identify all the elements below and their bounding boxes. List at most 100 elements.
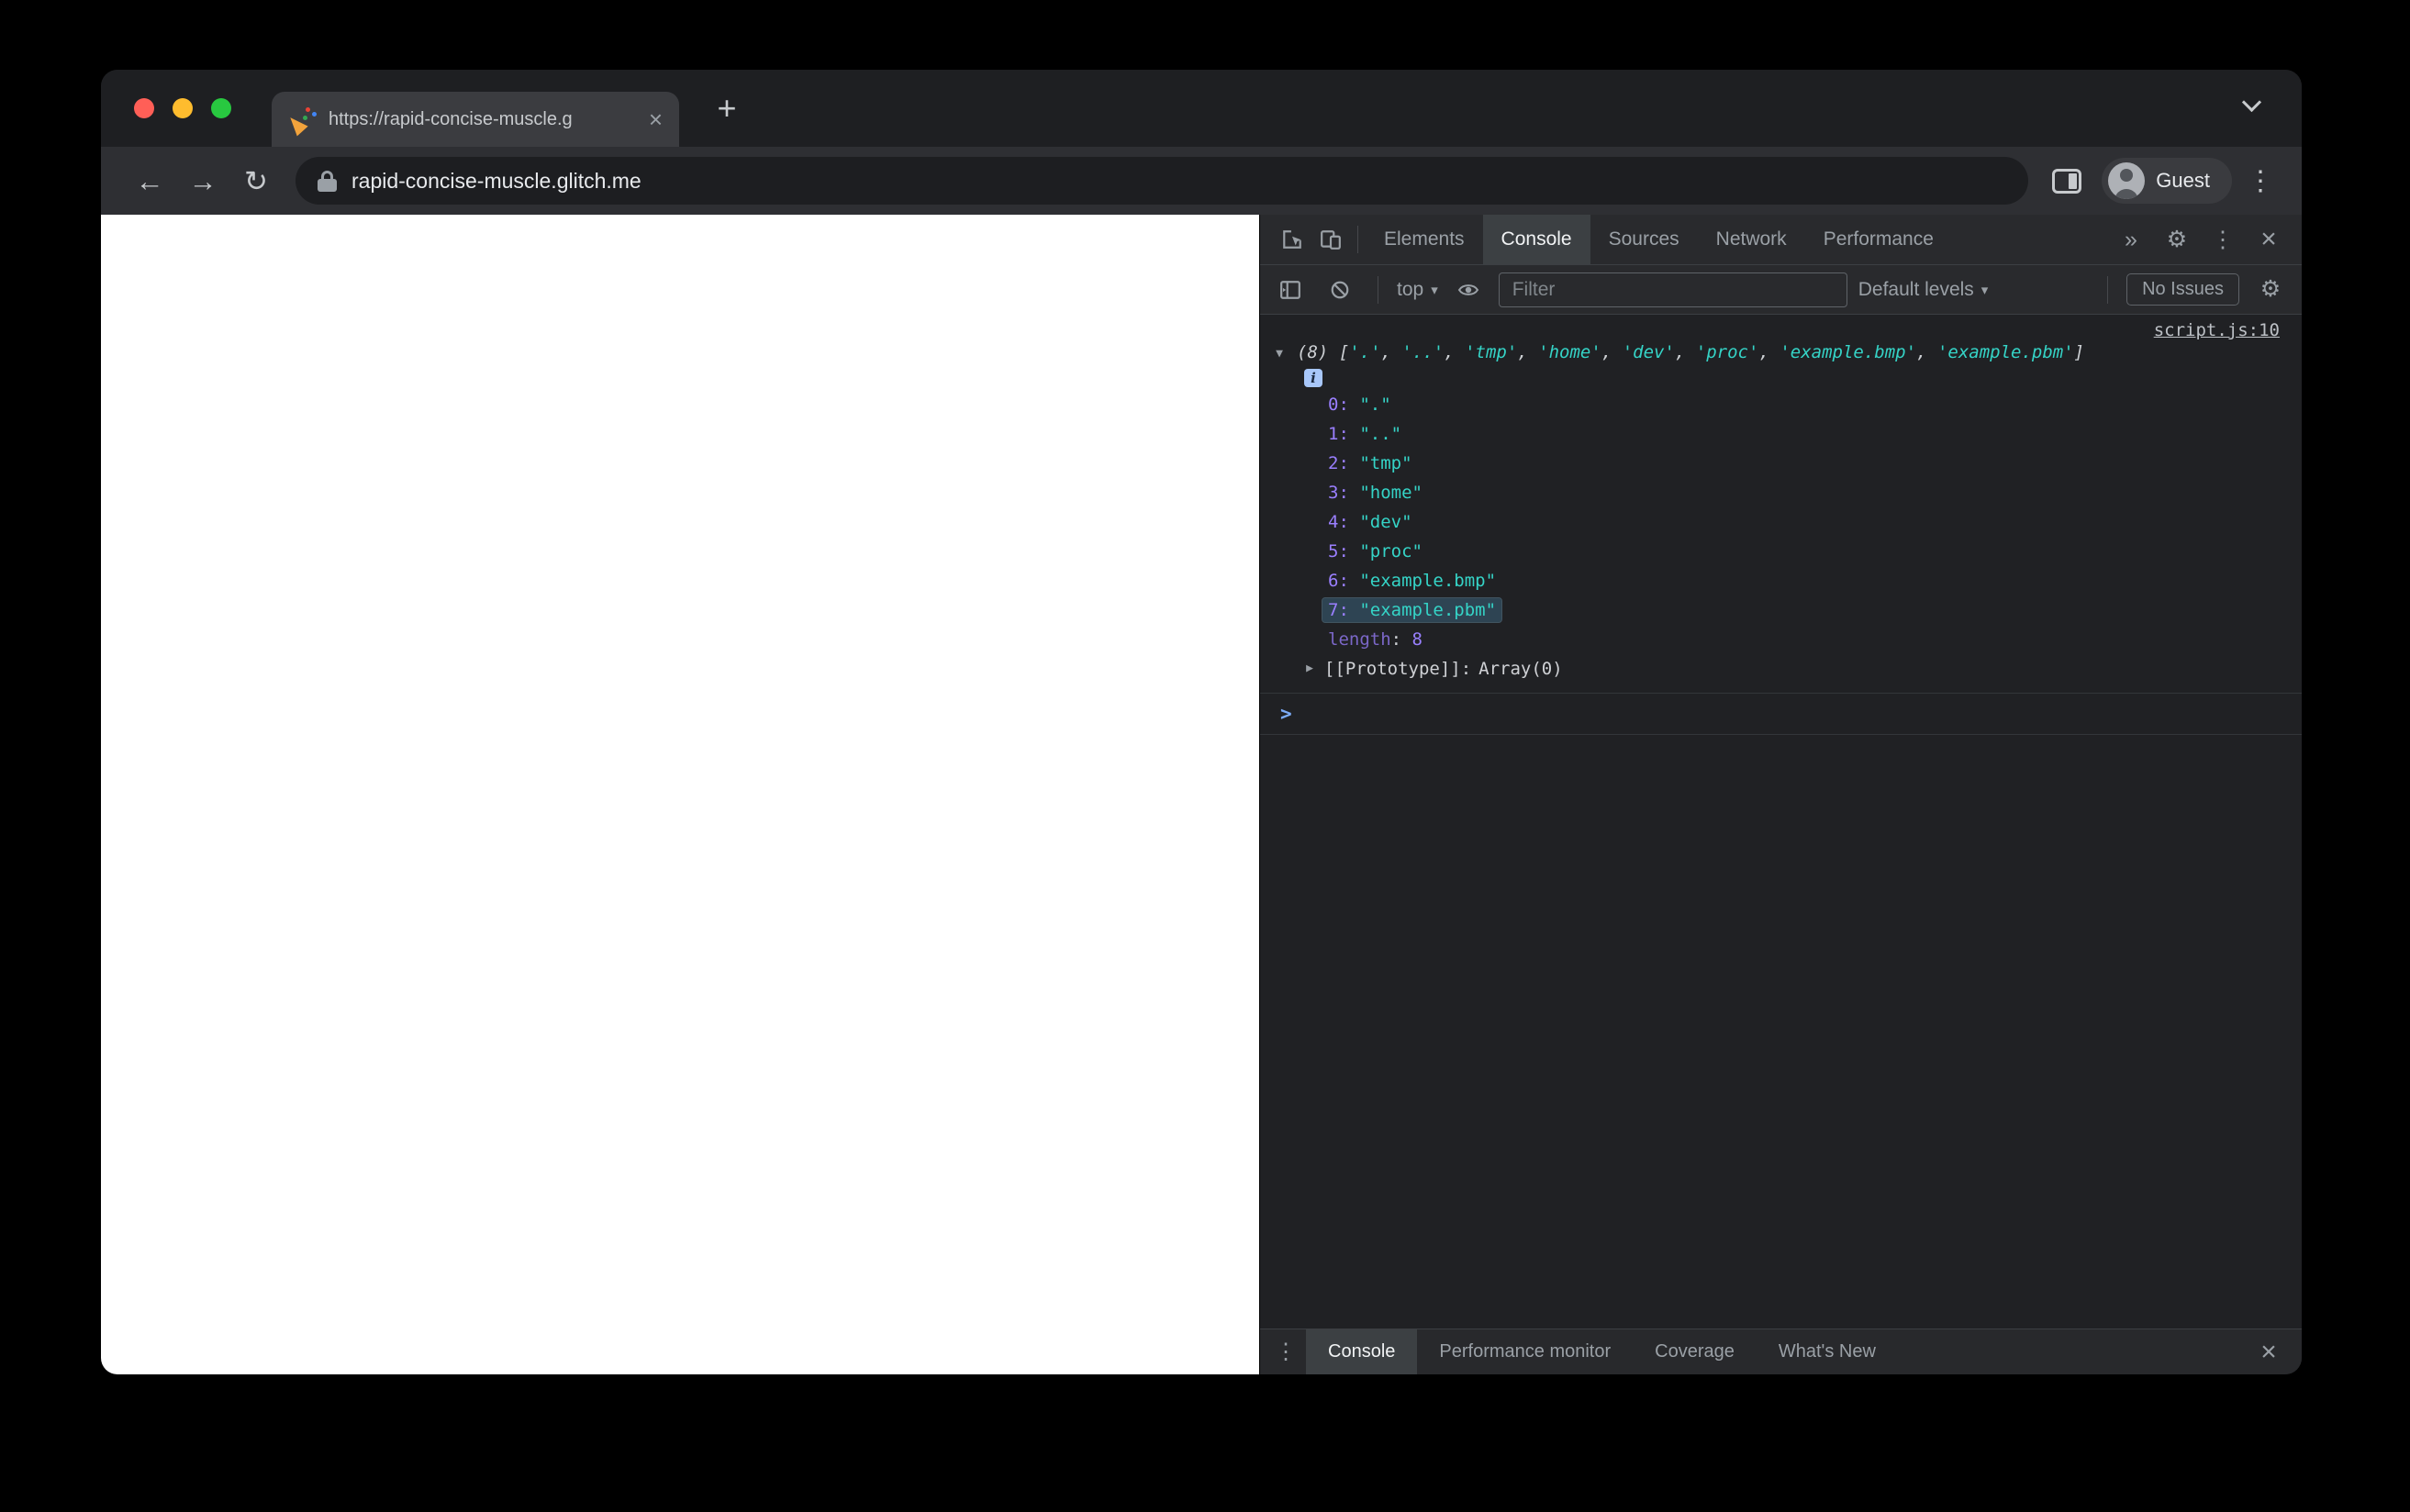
tab-close-icon[interactable]: × [649,107,663,131]
console-prompt-icon: > [1280,703,1292,725]
separator [2107,275,2109,304]
array-item-row: 3: "home" [1271,478,2280,507]
reload-button[interactable]: ↻ [229,167,283,195]
preview-comma: , [1517,342,1539,362]
devtools-close-icon[interactable]: × [2248,226,2289,253]
preview-comma: , [1601,342,1623,362]
drawer-tab-what-s-new[interactable]: What's New [1757,1329,1898,1374]
tab-strip: https://rapid-concise-muscle.g × + [101,70,2302,147]
drawer-close-icon[interactable]: × [2250,1338,2287,1366]
array-item-row: 7: "example.pbm" [1271,595,2280,625]
array-item[interactable]: 5: "proc" [1328,541,1423,561]
array-item[interactable]: 7: "example.pbm" [1321,597,1503,623]
array-item-row: 0: "." [1271,390,2280,419]
preview-item: 'dev' [1622,342,1675,362]
lock-icon [318,170,337,192]
url-text: rapid-concise-muscle.glitch.me [351,168,642,193]
array-item-index: 3: [1328,483,1360,503]
console-prompt-row[interactable]: > [1260,694,2302,735]
chevron-down-icon: ▾ [1431,282,1438,298]
devtools-tab-network[interactable]: Network [1698,215,1805,264]
devtools-settings-gear-icon[interactable]: ⚙ [2157,228,2197,251]
prototype-value: Array(0) [1478,659,1563,679]
context-label: top [1397,278,1424,300]
array-preview: (8) ['.', '..', 'tmp', 'home', 'dev', 'p… [1297,342,2084,362]
devtools-tabbar-right: » ⚙ ⋮ × [2111,226,2289,253]
array-item-index: 6: [1328,571,1360,591]
length-separator: : [1390,629,1412,650]
devtools-tab-sources[interactable]: Sources [1590,215,1698,264]
chevron-down-icon: ▾ [1980,282,1989,298]
array-item[interactable]: 1: ".." [1328,424,1401,444]
window-content: Elements Console Sources Network Performance… [101,215,2302,1374]
preview-comma: , [1674,342,1696,362]
array-item-index: 7: [1328,600,1360,620]
address-bar[interactable]: rapid-concise-muscle.glitch.me [296,157,2029,205]
browser-tab[interactable]: https://rapid-concise-muscle.g × [272,92,679,147]
profile-chip[interactable]: Guest [2102,158,2232,204]
devtools-tab-console[interactable]: Console [1482,215,1590,264]
side-panel-icon[interactable] [2052,168,2082,194]
traffic-light-minimize[interactable] [173,98,193,118]
device-toolbar-icon[interactable] [1311,215,1350,264]
new-tab-button[interactable]: + [703,92,751,125]
array-item-row: 5: "proc" [1271,537,2280,566]
issues-counter[interactable]: No Issues [2126,273,2239,306]
preview-item: '..' [1401,342,1445,362]
array-item-index: 5: [1328,541,1360,561]
devtools-tab-performance[interactable]: Performance [1805,215,1952,264]
devtools-tab-elements[interactable]: Elements [1366,215,1483,264]
browser-menu-icon[interactable]: ⋮ [2241,165,2280,197]
traffic-light-zoom[interactable] [211,98,231,118]
page-content [101,215,1259,1374]
prototype-row: ▶ [[Prototype]]: Array(0) [1271,654,2280,684]
array-item-row: 6: "example.bmp" [1271,566,2280,595]
array-item[interactable]: 6: "example.bmp" [1328,571,1496,591]
console-output: script.js:10 ▼ (8) ['.', '..', 'tmp', 'h… [1260,315,2302,1329]
source-line: script.js:10 [1271,320,2280,340]
drawer-tab-console[interactable]: Console [1306,1329,1418,1374]
array-item-value: "example.bmp" [1359,571,1497,591]
more-tabs-icon[interactable]: » [2111,228,2151,251]
drawer-tab-performance-monitor[interactable]: Performance monitor [1417,1329,1633,1374]
prototype-label: [[Prototype]]: [1324,659,1472,679]
array-item[interactable]: 0: "." [1328,395,1391,415]
inspect-element-icon[interactable] [1273,215,1311,264]
source-link[interactable]: script.js:10 [2154,320,2280,340]
length-value: 8 [1411,629,1423,650]
array-item[interactable]: 4: "dev" [1328,512,1412,532]
party-popper-icon [285,106,316,137]
drawer-kebab-menu-icon[interactable]: ⋮ [1275,1339,1297,1365]
array-item-row: 1: ".." [1271,419,2280,449]
devtools-tabs: Elements Console Sources Network Performance [1366,215,1952,264]
array-item-row: 4: "dev" [1271,507,2280,537]
array-item[interactable]: 2: "tmp" [1328,453,1412,473]
browser-window: https://rapid-concise-muscle.g × + ← → ↻… [101,70,2302,1374]
collapse-triangle-icon[interactable]: ▼ [1271,342,1288,361]
live-expression-eye-icon[interactable] [1449,265,1488,314]
log-levels-selector[interactable]: Default levels ▾ [1858,279,1989,301]
array-item-index: 0: [1328,395,1360,415]
traffic-light-close[interactable] [134,98,154,118]
drawer-tab-coverage[interactable]: Coverage [1633,1329,1757,1374]
context-selector[interactable]: top ▾ [1397,279,1438,301]
preview-item: 'example.bmp' [1780,342,1917,362]
array-item[interactable]: 3: "home" [1328,483,1423,503]
tab-search-chevron-icon[interactable] [2237,92,2265,119]
forward-button[interactable]: → [176,167,229,195]
preview-comma: , [1758,342,1780,362]
clear-console-icon[interactable] [1321,265,1359,314]
array-item-index: 2: [1328,453,1360,473]
expand-triangle-icon[interactable]: ▶ [1302,654,1317,684]
console-settings-gear-icon[interactable]: ⚙ [2250,278,2291,301]
back-button[interactable]: ← [123,167,176,195]
array-item-index: 1: [1328,424,1360,444]
console-filter-input[interactable] [1498,272,1847,307]
array-items: 0: "." 1: ".." 2: "tmp" 3: "home" 4: "dev" 5:… [1271,390,2280,625]
devtools-kebab-menu-icon[interactable]: ⋮ [2203,228,2243,251]
separator [1357,226,1358,253]
tab-title: https://rapid-concise-muscle.g [329,108,573,129]
console-sidebar-icon[interactable] [1271,265,1310,314]
browser-toolbar: ← → ↻ rapid-concise-muscle.glitch.me Gue… [101,147,2302,215]
preview-comma: , [1916,342,1937,362]
